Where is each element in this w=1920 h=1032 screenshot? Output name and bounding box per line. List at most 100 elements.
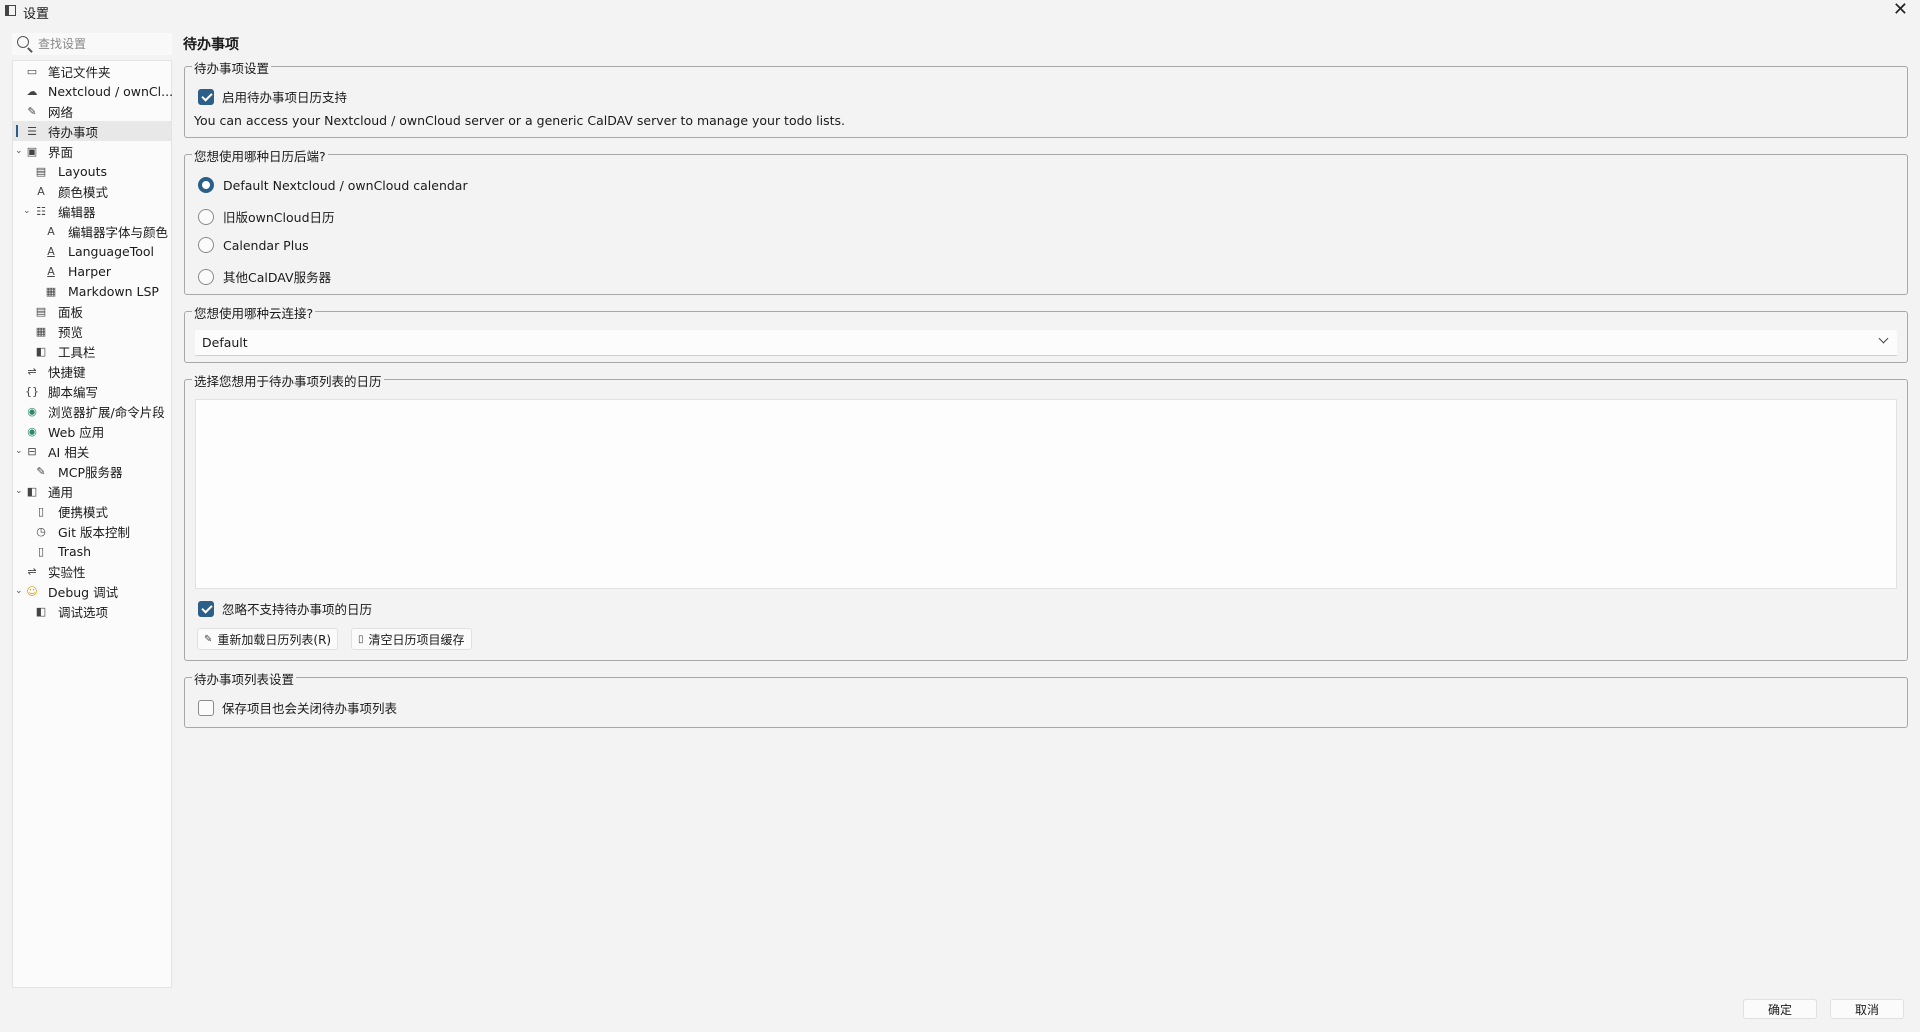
cancel-button[interactable]: 取消 xyxy=(1830,999,1904,1019)
sidebar-item-trash[interactable]: ▯ Trash xyxy=(13,541,171,561)
button-label: 清空日历项目缓存 xyxy=(368,632,465,647)
close-icon[interactable]: ✕ xyxy=(1893,0,1908,20)
checkbox[interactable] xyxy=(198,699,214,716)
sidebar-item-color-mode[interactable]: A 颜色模式 xyxy=(13,181,171,201)
todo-list-settings-group: 待办事项列表设置 保存项目也会关闭待办事项列表 xyxy=(184,669,1908,728)
sidebar-item-mcp-server[interactable]: ✎ MCP服务器 xyxy=(13,461,171,481)
experimental-icon: ⇌ xyxy=(27,564,37,578)
sidebar-item-network[interactable]: ✎ 网络 xyxy=(13,101,171,121)
calendar-select-group: 选择您想用于待办事项列表的日历 忽略不支持待办事项的日历 ✎ 重新加载日历列表(… xyxy=(184,371,1908,661)
color-mode-icon: A xyxy=(37,184,45,198)
sidebar-item-nextcloud[interactable]: ☁ Nextcloud / ownCl... xyxy=(13,81,174,101)
sidebar-item-debug[interactable]: ⌄ ☺ Debug 调试 xyxy=(13,581,171,601)
cloud-connection-select[interactable]: Default xyxy=(195,330,1897,356)
todo-list-icon: ☰ xyxy=(27,124,37,138)
sidebar-item-git[interactable]: ◷ Git 版本控制 xyxy=(13,521,171,541)
window-title: 设置 xyxy=(23,7,50,22)
browser-extension-icon: ◉ xyxy=(27,404,37,418)
font-color-icon: A xyxy=(47,224,55,238)
calendar-backend-group: 您想使用哪种日历后端? Default Nextcloud / ownCloud… xyxy=(184,146,1908,295)
cloud-connection-group: 您想使用哪种云连接? Default xyxy=(184,303,1908,363)
group-legend: 待办事项设置 xyxy=(192,58,272,77)
ignore-unsupported-calendars-checkbox[interactable]: 忽略不支持待办事项的日历 xyxy=(198,599,372,618)
chevron-down-icon[interactable]: ⌄ xyxy=(15,586,25,596)
chevron-down-icon[interactable]: ⌄ xyxy=(23,206,33,216)
sidebar-item-harper[interactable]: A Harper xyxy=(13,261,171,281)
sidebar-item-interface[interactable]: ⌄ ▣ 界面 xyxy=(13,141,171,161)
sidebar-item-note-folders[interactable]: ▭ 笔记文件夹 xyxy=(13,61,171,81)
checkbox-label: 启用待办事项日历支持 xyxy=(222,90,348,105)
checkbox-label: 保存项目也会关闭待办事项列表 xyxy=(222,701,398,716)
sidebar-item-experimental[interactable]: ⇌ 实验性 xyxy=(13,561,171,581)
mcp-server-icon: ✎ xyxy=(36,464,46,478)
checkbox[interactable] xyxy=(198,88,214,105)
spellcheck-icon: A xyxy=(47,264,55,278)
reload-icon: ✎ xyxy=(204,633,213,645)
ai-icon: ⊟ xyxy=(27,444,37,458)
selection-indicator xyxy=(16,125,18,137)
page-title: 待办事项 xyxy=(183,37,239,53)
sidebar-item-scripting[interactable]: {} 脚本编写 xyxy=(13,381,171,401)
sidebar-item-ai[interactable]: ⌄ ⊟ AI 相关 xyxy=(13,441,171,461)
app-icon xyxy=(5,5,16,16)
sidebar-item-editor-font-color[interactable]: A 编辑器字体与颜色 xyxy=(13,221,171,241)
editor-icon: ☷ xyxy=(36,204,46,218)
layout-icon: ▤ xyxy=(35,164,47,178)
sidebar-item-web-app[interactable]: ◉ Web 应用 xyxy=(13,421,171,441)
sidebar-item-debug-options[interactable]: ◧ 调试选项 xyxy=(13,601,171,621)
checkbox-label: 忽略不支持待办事项的日历 xyxy=(222,602,373,617)
reload-calendar-list-button[interactable]: ✎ 重新加载日历列表(R) xyxy=(197,628,339,650)
trash-icon: ▯ xyxy=(358,633,364,645)
ok-button[interactable]: 确定 xyxy=(1743,999,1817,1019)
general-icon: ◧ xyxy=(26,484,38,498)
chevron-down-icon xyxy=(1878,333,1889,344)
checkbox[interactable] xyxy=(198,600,214,617)
interface-icon: ▣ xyxy=(26,144,38,158)
calendar-list[interactable] xyxy=(195,399,1897,589)
radio-default-nextcloud[interactable]: Default Nextcloud / ownCloud calendar xyxy=(198,177,468,193)
sidebar-item-editor[interactable]: ⌄ ☷ 编辑器 xyxy=(13,201,171,221)
radio-button[interactable] xyxy=(198,208,214,225)
chevron-down-icon[interactable]: ⌄ xyxy=(15,486,25,496)
search-input[interactable] xyxy=(38,35,168,53)
radio-label: 其他CalDAV服务器 xyxy=(223,270,332,285)
sidebar-item-layouts[interactable]: ▤ Layouts xyxy=(13,161,171,181)
title-bar: 设置 ✕ xyxy=(0,0,1920,22)
sidebar-item-markdown-lsp[interactable]: ▦ Markdown LSP xyxy=(13,281,171,301)
enable-calendar-support-checkbox[interactable]: 启用待办事项日历支持 xyxy=(198,87,347,106)
sidebar-item-preview[interactable]: ▦ 预览 xyxy=(13,321,171,341)
cloud-icon: ☁ xyxy=(26,84,38,98)
clear-cache-button[interactable]: ▯ 清空日历项目缓存 xyxy=(351,628,472,650)
chevron-down-icon[interactable]: ⌄ xyxy=(15,146,25,156)
radio-label: Calendar Plus xyxy=(223,237,309,253)
sidebar-item-shortcuts[interactable]: ⇌ 快捷键 xyxy=(13,361,171,381)
chevron-down-icon[interactable]: ⌄ xyxy=(15,446,25,456)
radio-calendar-plus[interactable]: Calendar Plus xyxy=(198,237,309,253)
debug-icon: ☺ xyxy=(26,584,38,598)
sidebar-item-panels[interactable]: ▤ 面板 xyxy=(13,301,171,321)
group-legend: 您想使用哪种日历后端? xyxy=(192,146,328,165)
button-label: 重新加载日历列表(R) xyxy=(217,632,332,647)
sidebar-item-browser-extension[interactable]: ◉ 浏览器扩展/命令片段 xyxy=(13,401,171,421)
close-on-save-checkbox[interactable]: 保存项目也会关闭待办事项列表 xyxy=(198,698,397,717)
radio-button[interactable] xyxy=(198,268,214,285)
radio-label: Default Nextcloud / ownCloud calendar xyxy=(223,177,468,193)
sidebar-item-toolbars[interactable]: ◧ 工具栏 xyxy=(13,341,171,361)
sidebar-item-portable[interactable]: ▯ 便携模式 xyxy=(13,501,171,521)
group-legend: 选择您想用于待办事项列表的日历 xyxy=(192,371,384,390)
search-box[interactable] xyxy=(12,33,172,55)
sidebar-item-todo[interactable]: ☰ 待办事项 xyxy=(13,121,171,141)
settings-tree[interactable]: ▭ 笔记文件夹 ☁ Nextcloud / ownCl... ✎ 网络 ☰ 待办… xyxy=(12,60,174,988)
spellcheck-icon: A xyxy=(47,244,55,258)
group-legend: 待办事项列表设置 xyxy=(192,669,297,688)
description-text: You can access your Nextcloud / ownCloud… xyxy=(194,113,846,128)
trash-icon: ▯ xyxy=(37,544,45,558)
radio-legacy-owncloud[interactable]: 旧版ownCloud日历 xyxy=(198,207,335,226)
sidebar-item-general[interactable]: ⌄ ◧ 通用 xyxy=(13,481,171,501)
radio-button[interactable] xyxy=(198,177,214,193)
shortcut-icon: ⇌ xyxy=(27,364,37,378)
radio-other-caldav[interactable]: 其他CalDAV服务器 xyxy=(198,267,331,286)
search-icon xyxy=(17,36,29,48)
radio-button[interactable] xyxy=(198,237,214,253)
sidebar-item-languagetool[interactable]: A LanguageTool xyxy=(13,241,171,261)
